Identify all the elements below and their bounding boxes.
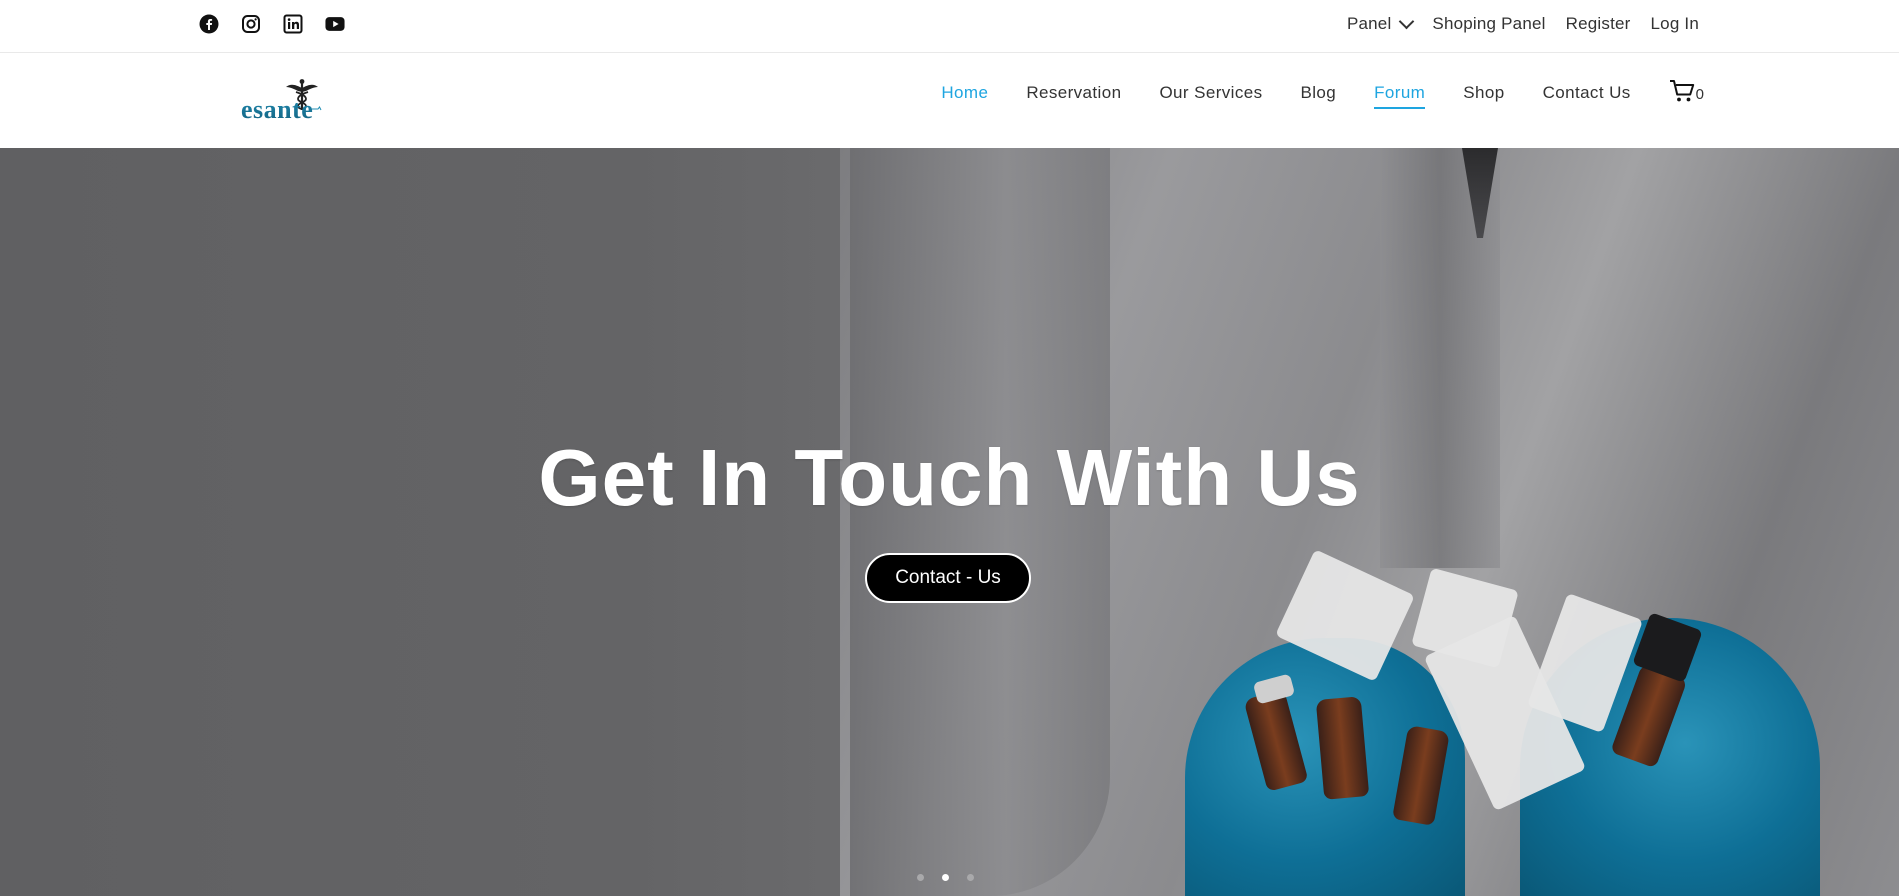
- hero-title: Get In Touch With Us: [538, 433, 1361, 522]
- nav-item-shop[interactable]: Shop: [1463, 83, 1504, 107]
- instagram-icon[interactable]: [241, 14, 261, 34]
- contact-us-button[interactable]: Contact - Us: [865, 553, 1031, 603]
- login-link[interactable]: Log In: [1651, 14, 1699, 34]
- panel-label: Panel: [1346, 14, 1392, 33]
- nav-item-reservation[interactable]: Reservation: [1026, 83, 1121, 107]
- main-nav: Home Reservation Our Services Blog Forum…: [903, 80, 1704, 109]
- nav-item-contact-us[interactable]: Contact Us: [1543, 83, 1631, 107]
- nav-item-our-services[interactable]: Our Services: [1159, 83, 1262, 107]
- slider-dot-2[interactable]: [942, 874, 949, 881]
- nav-item-blog[interactable]: Blog: [1301, 83, 1337, 107]
- cart-icon: [1669, 80, 1694, 102]
- slider-dot-1[interactable]: [917, 874, 924, 881]
- site-logo[interactable]: esante: [240, 79, 335, 124]
- top-bar: Panel Shoping Panel Register Log In: [0, 0, 1899, 53]
- shoping-panel-link[interactable]: Shoping Panel: [1432, 14, 1545, 34]
- register-link[interactable]: Register: [1566, 14, 1631, 34]
- facebook-icon[interactable]: [199, 14, 219, 34]
- slider-dot-3[interactable]: [967, 874, 974, 881]
- chevron-down-icon: [1399, 13, 1415, 30]
- top-links: Panel Shoping Panel Register Log In: [1346, 13, 1699, 34]
- cart-count: 0: [1695, 86, 1704, 103]
- nav-item-forum[interactable]: Forum: [1374, 83, 1426, 109]
- linkedin-icon[interactable]: [283, 14, 303, 34]
- youtube-icon[interactable]: [325, 14, 345, 34]
- social-links: [199, 14, 345, 34]
- cart-button[interactable]: 0: [1669, 79, 1704, 103]
- slider-dots: [917, 874, 974, 881]
- hero-slider: Get In Touch With Us Contact - Us: [0, 148, 1899, 896]
- main-header: esante Home Reservation Our Services Blo…: [0, 53, 1899, 148]
- nav-item-home[interactable]: Home: [941, 83, 988, 107]
- panel-dropdown[interactable]: Panel: [1346, 13, 1415, 34]
- logo-text: esante: [241, 95, 314, 124]
